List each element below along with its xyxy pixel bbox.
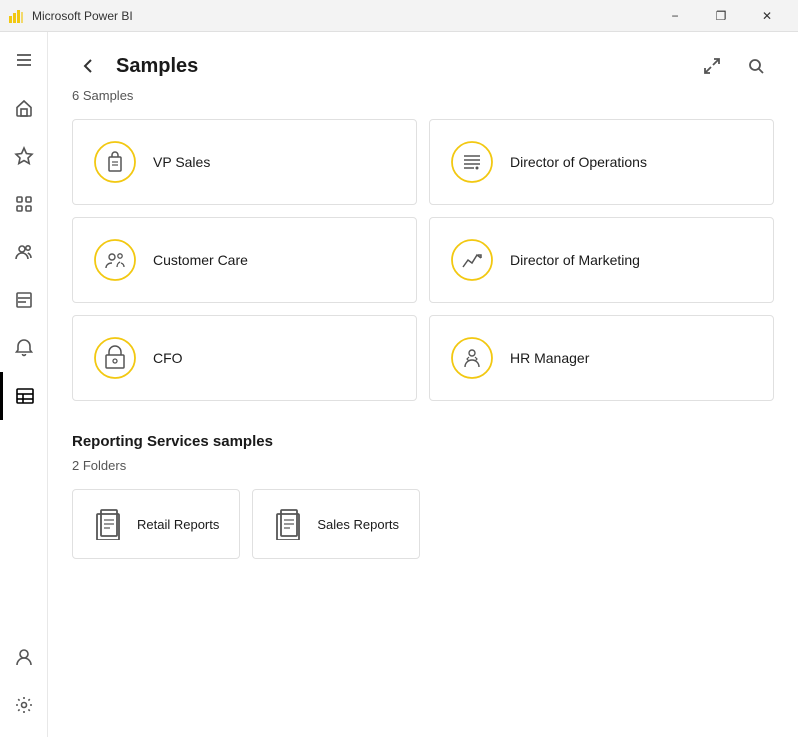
sidebar-item-shared[interactable]: [0, 228, 48, 276]
title-bar-controls: − ❐ ✕: [652, 0, 790, 32]
retail-reports-folder-icon: [93, 508, 125, 540]
sidebar: [0, 32, 48, 737]
director-marketing-icon: [450, 238, 494, 282]
sample-card-director-operations[interactable]: Director of Operations: [429, 119, 774, 205]
page-header-left: Samples: [72, 50, 198, 82]
powerbi-logo-icon: [8, 8, 24, 24]
reporting-services-title: Reporting Services samples: [72, 433, 774, 450]
gear-icon: [14, 695, 34, 715]
samples-grid: VP Sales Director of Operations: [72, 119, 774, 401]
search-icon: [747, 57, 765, 75]
close-button[interactable]: ✕: [744, 0, 790, 32]
search-button[interactable]: [738, 48, 774, 84]
hr-manager-icon: [450, 336, 494, 380]
sample-card-vp-sales[interactable]: VP Sales: [72, 119, 417, 205]
folder-card-retail-reports[interactable]: Retail Reports: [72, 489, 240, 559]
sidebar-item-notifications[interactable]: [0, 324, 48, 372]
app-title: Microsoft Power BI: [32, 9, 133, 23]
sidebar-bottom: [0, 633, 48, 737]
expand-button[interactable]: [694, 48, 730, 84]
sidebar-item-learn[interactable]: [0, 276, 48, 324]
reporting-services-section: Reporting Services samples 2 Folders: [72, 433, 774, 559]
menu-icon: [14, 50, 34, 70]
retail-reports-name: Retail Reports: [137, 517, 219, 532]
title-bar: Microsoft Power BI − ❐ ✕: [0, 0, 798, 32]
sidebar-item-settings[interactable]: [0, 681, 48, 729]
director-marketing-name: Director of Marketing: [510, 252, 640, 268]
vp-sales-icon: [93, 140, 137, 184]
book-icon: [14, 290, 34, 310]
table-icon: [15, 386, 35, 406]
sample-card-hr-manager[interactable]: HR Manager: [429, 315, 774, 401]
sample-card-cfo[interactable]: CFO: [72, 315, 417, 401]
cfo-name: CFO: [153, 350, 183, 366]
samples-count: 6 Samples: [72, 88, 774, 103]
sample-card-director-marketing[interactable]: Director of Marketing: [429, 217, 774, 303]
main-content: Samples 6 Samples: [48, 32, 798, 737]
app-layout: Samples 6 Samples: [0, 32, 798, 737]
home-icon: [14, 98, 34, 118]
folders-count: 2 Folders: [72, 458, 774, 473]
page-header-actions: [694, 48, 774, 84]
folder-card-sales-reports[interactable]: Sales Reports: [252, 489, 420, 559]
apps-icon: [14, 194, 34, 214]
minimize-button[interactable]: −: [652, 0, 698, 32]
title-bar-left: Microsoft Power BI: [8, 8, 133, 24]
sidebar-item-menu[interactable]: [0, 36, 48, 84]
director-operations-name: Director of Operations: [510, 154, 647, 170]
restore-button[interactable]: ❐: [698, 0, 744, 32]
page-title: Samples: [116, 55, 198, 78]
sidebar-item-favorites[interactable]: [0, 132, 48, 180]
expand-icon: [703, 57, 721, 75]
back-arrow-icon: [79, 57, 97, 75]
person-icon: [14, 647, 34, 667]
hr-manager-name: HR Manager: [510, 350, 589, 366]
vp-sales-name: VP Sales: [153, 154, 210, 170]
customer-care-name: Customer Care: [153, 252, 248, 268]
bell-icon: [14, 338, 34, 358]
star-icon: [14, 146, 34, 166]
sales-reports-folder-icon: [273, 508, 305, 540]
sample-card-customer-care[interactable]: Customer Care: [72, 217, 417, 303]
director-operations-icon: [450, 140, 494, 184]
sidebar-item-home[interactable]: [0, 84, 48, 132]
sidebar-item-apps[interactable]: [0, 180, 48, 228]
sidebar-item-account[interactable]: [0, 633, 48, 681]
sales-reports-name: Sales Reports: [317, 517, 399, 532]
back-button[interactable]: [72, 50, 104, 82]
page-header: Samples: [72, 48, 774, 84]
people-icon: [14, 242, 34, 262]
customer-care-icon: [93, 238, 137, 282]
cfo-icon: [93, 336, 137, 380]
sidebar-item-reports[interactable]: [0, 372, 48, 420]
folders-grid: Retail Reports Sales Reports: [72, 489, 774, 559]
